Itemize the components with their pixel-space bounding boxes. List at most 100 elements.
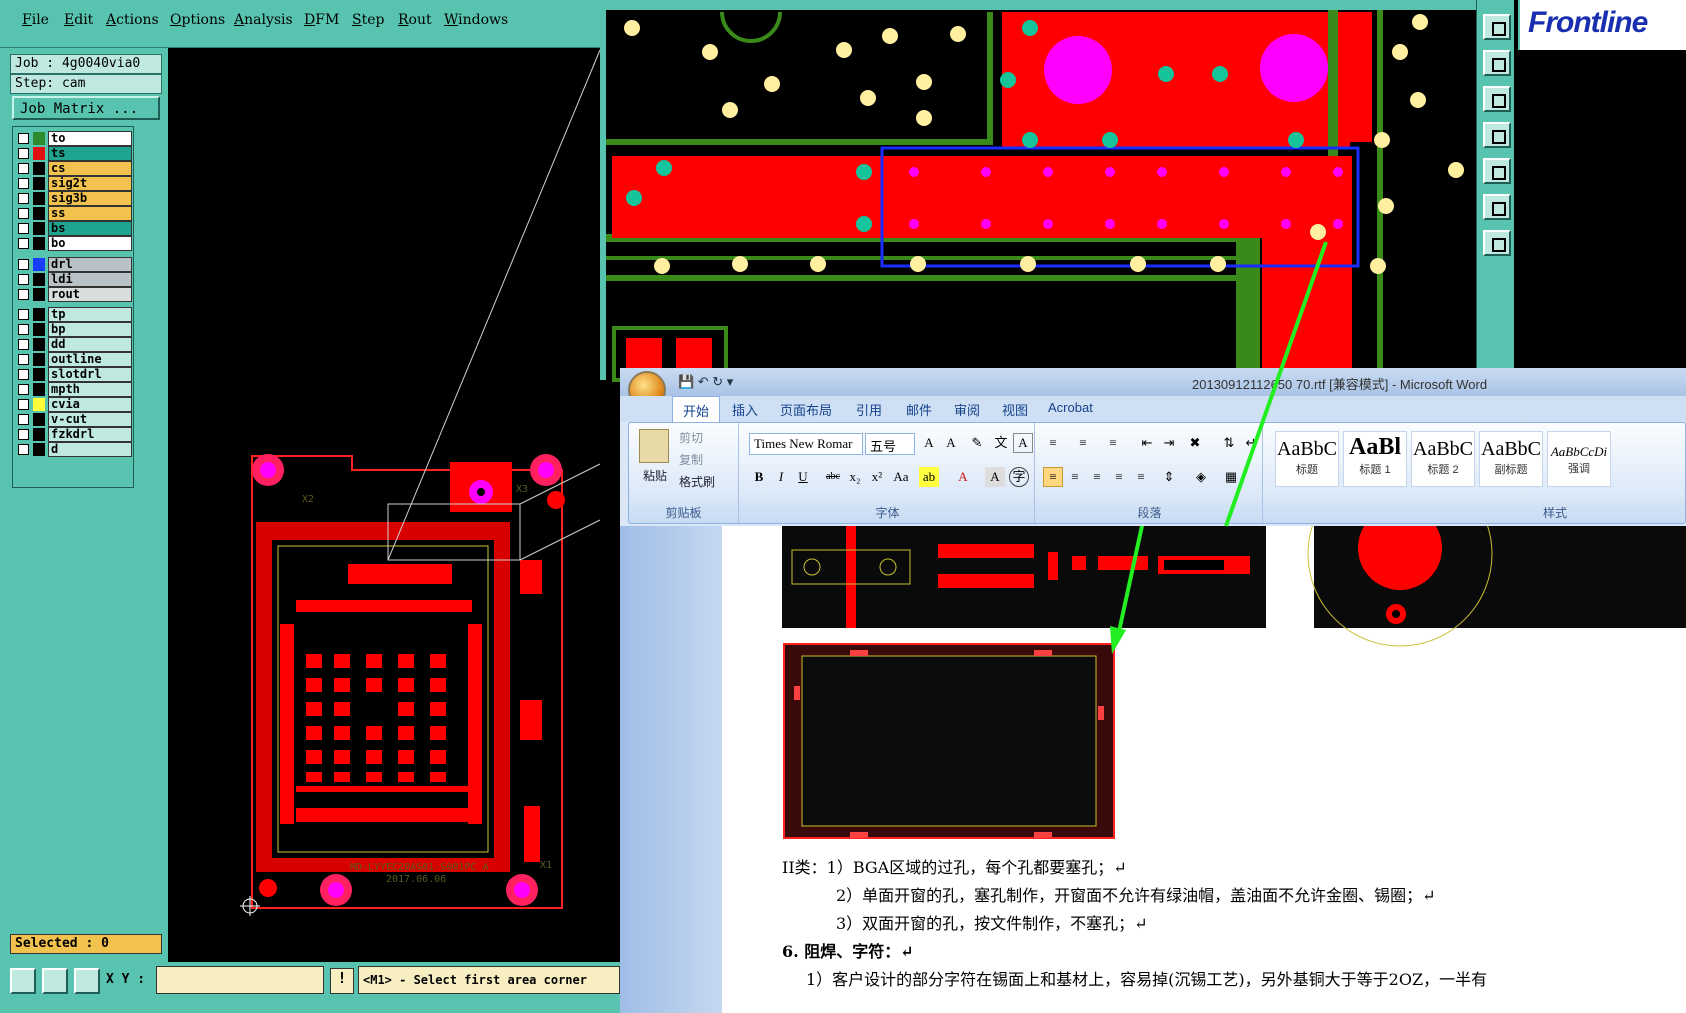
char-shading-icon[interactable]: A bbox=[985, 467, 1005, 487]
layer-checkbox[interactable] bbox=[18, 414, 29, 425]
layer-name[interactable]: dd bbox=[48, 337, 132, 352]
multilevel-icon[interactable]: ≡ bbox=[1103, 433, 1123, 453]
layer-row-fzkdrl[interactable]: fzkdrl bbox=[15, 427, 133, 442]
menu-options[interactable]: Options bbox=[170, 12, 225, 28]
distribute-icon[interactable]: ≡ bbox=[1131, 467, 1151, 487]
strike-icon[interactable]: abc bbox=[823, 467, 843, 487]
layer-checkbox[interactable] bbox=[18, 259, 29, 270]
layer-checkbox[interactable] bbox=[18, 193, 29, 204]
layer-checkbox[interactable] bbox=[18, 238, 29, 249]
layer-checkbox[interactable] bbox=[18, 208, 29, 219]
layer-checkbox[interactable] bbox=[18, 148, 29, 159]
align-right-icon[interactable]: ≡ bbox=[1087, 467, 1107, 487]
job-matrix-button[interactable]: Job Matrix ... bbox=[12, 96, 160, 120]
style-3[interactable]: AaBbC 副标题 bbox=[1479, 431, 1543, 487]
copy-button[interactable]: 复制 bbox=[679, 451, 703, 468]
italic-icon[interactable]: I bbox=[771, 467, 791, 487]
layer-row-outline[interactable]: outline bbox=[15, 352, 133, 367]
layer-checkbox[interactable] bbox=[18, 223, 29, 234]
layer-name[interactable]: mpth bbox=[48, 382, 132, 397]
align-left-icon[interactable]: ≡ bbox=[1043, 467, 1063, 487]
layer-name[interactable]: bp bbox=[48, 322, 132, 337]
style-1[interactable]: AaBl 标题 1 bbox=[1343, 431, 1407, 487]
layer-row-drl[interactable]: drl bbox=[15, 257, 133, 272]
menu-step[interactable]: Step bbox=[352, 12, 384, 28]
layer-name[interactable]: ss bbox=[48, 206, 132, 221]
layer-checkbox[interactable] bbox=[18, 369, 29, 380]
layer-checkbox[interactable] bbox=[18, 354, 29, 365]
layer-name[interactable]: slotdrl bbox=[48, 367, 132, 382]
pan-right-icon[interactable] bbox=[1483, 158, 1511, 184]
paste-icon[interactable] bbox=[639, 429, 669, 463]
warning-icon[interactable]: ! bbox=[330, 968, 354, 994]
layer-row-ss[interactable]: ss bbox=[15, 206, 133, 221]
layer-name[interactable]: ldi bbox=[48, 272, 132, 287]
ribbon-tab-7[interactable]: Acrobat bbox=[1048, 400, 1093, 415]
ribbon-tab-2[interactable]: 页面布局 bbox=[780, 400, 832, 419]
layer-row-slotdrl[interactable]: slotdrl bbox=[15, 367, 133, 382]
document-page[interactable]: II类：1）BGA区域的过孔，每个孔都要塞孔；↵ 2）单面开窗的孔，塞孔制作，开… bbox=[722, 526, 1686, 1013]
menu-windows[interactable]: Windows bbox=[444, 12, 508, 28]
ribbon-tab-0[interactable]: 开始 bbox=[672, 396, 721, 422]
format-painter-button[interactable]: 格式刷 bbox=[679, 473, 715, 490]
layer-row-bo[interactable]: bo bbox=[15, 236, 133, 251]
font-name-select[interactable]: Times New Romar bbox=[749, 433, 863, 455]
layer-name[interactable]: cvia bbox=[48, 397, 132, 412]
menu-rout[interactable]: Rout bbox=[398, 12, 432, 28]
ribbon-tab-4[interactable]: 邮件 bbox=[906, 400, 932, 419]
layer-name[interactable]: drl bbox=[48, 257, 132, 272]
underline-icon[interactable]: U bbox=[793, 467, 813, 487]
enclose-char-icon[interactable]: 字 bbox=[1009, 467, 1029, 487]
bullets-icon[interactable]: ≡ bbox=[1043, 433, 1063, 453]
font-size-select[interactable]: 五号 bbox=[865, 433, 915, 455]
increase-indent-icon[interactable]: ⇥ bbox=[1159, 433, 1179, 453]
layer-row-cvia[interactable]: cvia bbox=[15, 397, 133, 412]
cut-button[interactable]: 剪切 bbox=[679, 429, 703, 446]
sort-icon[interactable]: ⇅ bbox=[1219, 433, 1239, 453]
paste-button[interactable]: 粘贴 bbox=[643, 467, 667, 484]
menu-dfm[interactable]: DFM bbox=[304, 12, 339, 28]
menu-file[interactable]: File bbox=[22, 12, 49, 28]
layer-checkbox[interactable] bbox=[18, 178, 29, 189]
menu-actions[interactable]: Actions bbox=[106, 12, 159, 28]
grow-font-icon[interactable]: A bbox=[919, 433, 939, 453]
char-border-icon[interactable]: A bbox=[1013, 433, 1033, 453]
numbering-icon[interactable]: ≡ bbox=[1073, 433, 1093, 453]
ribbon-tab-3[interactable]: 引用 bbox=[856, 400, 882, 419]
line-spacing-icon[interactable]: ⇕ bbox=[1159, 467, 1179, 487]
layer-row-cs[interactable]: cs bbox=[15, 161, 133, 176]
menu-analysis[interactable]: Analysis bbox=[234, 12, 293, 28]
layer-checkbox[interactable] bbox=[18, 324, 29, 335]
layer-row-to[interactable]: to bbox=[15, 131, 133, 146]
layer-row-mpth[interactable]: mpth bbox=[15, 382, 133, 397]
layer-row-ldi[interactable]: ldi bbox=[15, 272, 133, 287]
layer-checkbox[interactable] bbox=[18, 163, 29, 174]
layer-row-v-cut[interactable]: v-cut bbox=[15, 412, 133, 427]
xy-input[interactable] bbox=[156, 966, 324, 994]
menu-edit[interactable]: Edit bbox=[64, 12, 93, 28]
shrink-font-icon[interactable]: A bbox=[941, 433, 961, 453]
layer-checkbox[interactable] bbox=[18, 399, 29, 410]
layer-name[interactable]: sig3b bbox=[48, 191, 132, 206]
subscript-icon[interactable]: x₂ bbox=[845, 467, 865, 487]
font-color-icon[interactable]: A bbox=[953, 467, 973, 487]
ribbon-tab-5[interactable]: 审阅 bbox=[954, 400, 980, 419]
layer-checkbox[interactable] bbox=[18, 429, 29, 440]
layer-row-rout[interactable]: rout bbox=[15, 287, 133, 302]
layer-checkbox[interactable] bbox=[18, 444, 29, 455]
pan-up-icon[interactable] bbox=[1483, 50, 1511, 76]
style-0[interactable]: AaBbC 标题 bbox=[1275, 431, 1339, 487]
asian-layout-icon[interactable]: ✖ bbox=[1185, 433, 1205, 453]
layer-checkbox[interactable] bbox=[18, 309, 29, 320]
layer-checkbox[interactable] bbox=[18, 274, 29, 285]
decrease-indent-icon[interactable]: ⇤ bbox=[1137, 433, 1157, 453]
show-marks-icon[interactable]: ↵ bbox=[1241, 433, 1261, 453]
ribbon-tab-6[interactable]: 视图 bbox=[1002, 400, 1028, 419]
borders-icon[interactable]: ▦ bbox=[1221, 467, 1241, 487]
pan-left-icon[interactable] bbox=[1483, 122, 1511, 148]
justify-icon[interactable]: ≡ bbox=[1109, 467, 1129, 487]
layer-name[interactable]: fzkdrl bbox=[48, 427, 132, 442]
layer-name[interactable]: rout bbox=[48, 287, 132, 302]
measure-icon[interactable] bbox=[10, 968, 36, 994]
layer-checkbox[interactable] bbox=[18, 133, 29, 144]
